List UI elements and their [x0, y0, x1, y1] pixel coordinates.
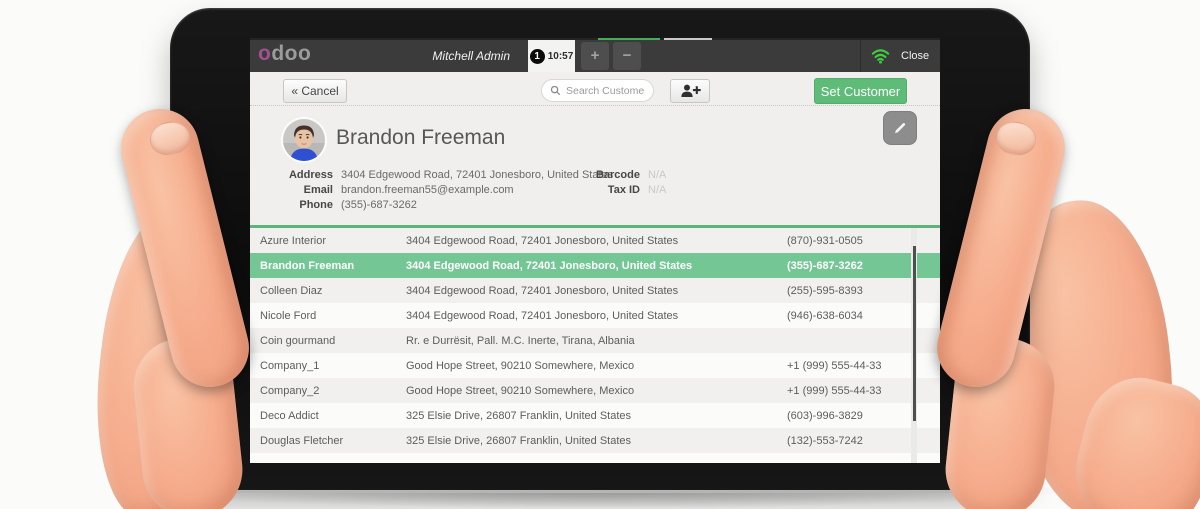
avatar-photo [283, 119, 325, 161]
search-customers [541, 79, 654, 102]
customer-address-cell: 325 Elsie Drive, 26807 Franklin, United … [406, 434, 632, 447]
table-row[interactable]: Nicole Ford 3404 Edgewood Road, 72401 Jo… [250, 303, 940, 328]
customer-details: Brandon Freeman Address 3404 Edgewood Roa… [250, 106, 940, 225]
wifi-icon [871, 49, 890, 64]
email-label: Email [303, 184, 333, 196]
remove-order-button[interactable]: − [613, 42, 641, 70]
odoo-logo-first-letter: o [258, 42, 272, 65]
table-row[interactable]: Coin gourmand Rr. e Durrësit, Pall. M.C.… [250, 328, 940, 353]
customer-phone-cell: (132)-553-7242 [787, 434, 863, 447]
add-customer-button[interactable] [670, 79, 710, 103]
customer-phone-cell: (355)-687-3262 [787, 259, 863, 272]
customer-name-cell: Deco Addict [260, 409, 319, 422]
customer-address-cell: 3404 Edgewood Road, 72401 Jonesboro, Uni… [406, 234, 679, 247]
address-label: Address [288, 169, 333, 181]
topbar-divider [860, 40, 861, 72]
customer-phone-cell: (870)-931-0505 [787, 234, 863, 247]
table-row[interactable]: Deco Addict 325 Elsie Drive, 26807 Frank… [250, 403, 940, 428]
customer-contact-fields: Address 3404 Edgewood Road, 72401 Jonesbo… [283, 168, 613, 213]
customer-address-cell: Good Hope Street, 90210 Somewhere, Mexic… [406, 359, 635, 372]
phone-value: (355)-687-3262 [341, 199, 417, 211]
address-value: 3404 Edgewood Road, 72401 Jonesboro, Uni… [341, 169, 614, 181]
customer-name-cell: Nicole Ford [260, 309, 317, 322]
customer-id-fields: Barcode N/A Tax ID N/A [585, 168, 666, 198]
barcode-value: N/A [648, 169, 667, 181]
table-row[interactable]: Company_1 Good Hope Street, 90210 Somewh… [250, 353, 940, 378]
scrollbar-thumb[interactable] [913, 246, 916, 421]
customer-phone-cell: +1 (999) 555-44-33 [787, 384, 882, 397]
customer-name-cell: Douglas Fletcher [260, 434, 344, 447]
tax-id-value: N/A [648, 184, 667, 196]
add-order-button[interactable]: + [581, 42, 609, 70]
customer-address-cell: 3404 Edgewood Road, 72401 Jonesboro, Uni… [406, 309, 679, 322]
phone-label: Phone [299, 199, 333, 211]
customer-address-cell: 3404 Edgewood Road, 72401 Jonesboro, Uni… [406, 259, 693, 272]
pencil-icon [895, 123, 906, 134]
search-icon [550, 85, 561, 96]
pos-top-bar: odoo Mitchell Admin 1 10:57 + − Close [250, 40, 940, 72]
customer-name-cell: Azure Interior [260, 234, 327, 247]
table-row[interactable]: Company_2 Good Hope Street, 90210 Somewh… [250, 378, 940, 403]
email-value: brandon.freeman55@example.com [341, 184, 514, 196]
customer-name-cell: Brandon Freeman [260, 259, 355, 272]
customer-name-cell: Company_1 [260, 359, 320, 372]
pos-screen: odoo Mitchell Admin 1 10:57 + − Close « … [250, 38, 940, 463]
customer-list: Azure Interior 3404 Edgewood Road, 72401… [250, 225, 940, 463]
customer-phone-cell: (255)-595-8393 [787, 284, 863, 297]
customer-name-cell: Coin gourmand [260, 334, 336, 347]
customer-toolbar: « Cancel Set Customer [250, 72, 940, 106]
odoo-logo-rest: doo [271, 42, 312, 65]
close-button[interactable]: Close [901, 50, 929, 62]
order-time: 10:57 [547, 50, 574, 62]
logged-in-user: Mitchell Admin [432, 49, 510, 63]
customer-address-cell: 325 Elsie Drive, 26807 Franklin, United … [406, 409, 632, 422]
customer-name: Brandon Freeman [336, 126, 506, 149]
tax-id-label: Tax ID [607, 184, 640, 196]
customer-address-cell: Good Hope Street, 90210 Somewhere, Mexic… [406, 384, 635, 397]
table-row[interactable]: Douglas Fletcher 325 Elsie Drive, 26807 … [250, 428, 940, 453]
customer-avatar [283, 119, 325, 161]
edit-customer-button[interactable] [883, 111, 917, 145]
set-customer-button[interactable]: Set Customer [814, 78, 907, 104]
odoo-logo: odoo [258, 42, 311, 66]
cancel-button[interactable]: « Cancel [283, 79, 347, 103]
customer-phone-cell: +1 (999) 555-44-33 [787, 359, 882, 372]
order-tab[interactable]: 1 10:57 [528, 40, 575, 72]
customer-address-cell: Rr. e Durrësit, Pall. M.C. Inerte, Tiran… [406, 334, 635, 347]
customer-name-cell: Company_2 [260, 384, 320, 397]
customer-name-cell: Colleen Diaz [260, 284, 323, 297]
add-person-icon [680, 84, 701, 97]
table-row[interactable]: Brandon Freeman 3404 Edgewood Road, 7240… [250, 253, 940, 278]
barcode-label: Barcode [595, 169, 640, 181]
customer-phone-cell: (946)-638-6034 [787, 309, 863, 322]
customer-address-cell: 3404 Edgewood Road, 72401 Jonesboro, Uni… [406, 284, 679, 297]
tablet-frame: odoo Mitchell Admin 1 10:57 + − Close « … [170, 8, 1030, 490]
scene: odoo Mitchell Admin 1 10:57 + − Close « … [0, 0, 1200, 509]
customer-phone-cell: (603)-996-3829 [787, 409, 863, 422]
table-row[interactable]: Colleen Diaz 3404 Edgewood Road, 72401 J… [250, 278, 940, 303]
table-row[interactable]: Azure Interior 3404 Edgewood Road, 72401… [250, 228, 940, 253]
order-count-badge: 1 [529, 48, 545, 64]
